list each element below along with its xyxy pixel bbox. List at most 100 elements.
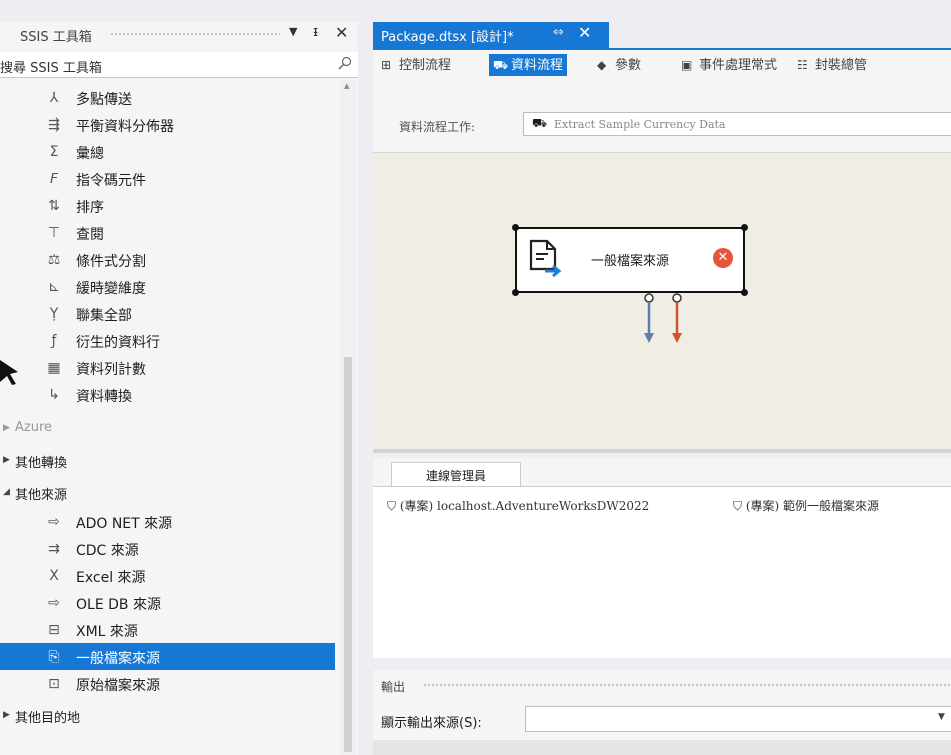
toolbox-grip[interactable] [110,32,280,37]
blue-path-connector[interactable] [644,293,654,303]
toolbox-header: SSIS 工具箱 ▼ ᵻ ✕ [0,22,358,46]
toolbox-item-label: 資料列計數 [76,362,146,378]
search-icon[interactable] [338,56,352,70]
error-icon[interactable]: ✕ [713,248,733,268]
toolbox-item[interactable]: X Excel 來源 [0,562,335,589]
raw-file-source-icon: ⊡ [48,676,60,692]
connection-item[interactable]: ⛉ (專案) 範例一般檔案來源 [733,497,879,514]
sort-icon: ⇅ [48,198,60,214]
multicast-icon: ⅄ [49,90,59,106]
toolbox-item-label: CDC 來源 [76,543,139,559]
toolbox-item[interactable]: ⅄ 多點傳送 [0,84,335,111]
data-flow-task-select[interactable]: ⛟ Extract Sample Currency Data [523,112,951,136]
toolbox-item-label: 彙總 [76,146,104,162]
close-icon[interactable]: ✕ [578,23,591,42]
connection-managers-label: 連線管理員 [425,469,486,483]
connection-managers-list: ⛉ (專案) localhost.AdventureWorksDW2022 ⛉ … [373,486,951,658]
connection-item[interactable]: ⛉ (專案) localhost.AdventureWorksDW2022 [387,497,649,514]
designer-tab[interactable]: ◆ 參數 [597,54,641,76]
toolbox-item[interactable]: ↳ 資料轉換 [0,381,335,408]
collapsed-icon[interactable]: ▶ [3,710,10,720]
designer-tab-label: 參數 [615,58,642,73]
toolbox-item[interactable]: Σ 彙總 [0,138,335,165]
toolbox-group[interactable]: ◢ 其他來源 [0,480,335,506]
toolbox-item[interactable]: ⊟ XML 來源 [0,616,335,643]
designer-tab[interactable]: ▣ 事件處理常式 [681,54,777,76]
red-path-connector[interactable] [672,293,682,303]
toolbox-group[interactable]: ▶ 其他轉換 [0,448,335,474]
xml-source-icon: ⊟ [48,622,60,638]
red-arrowhead-icon [672,333,682,343]
dropdown-icon[interactable]: ▼ [289,25,297,38]
toolbox-item[interactable]: ▦ 資料列計數 [0,354,335,381]
toolbox-item[interactable]: ⇉ CDC 來源 [0,535,335,562]
toolbox-item[interactable]: ⇨ ADO NET 來源 [0,508,335,535]
collapsed-icon[interactable]: ▶ [3,423,10,433]
toolbox-item[interactable]: ⊤ 查閱 [0,219,335,246]
expanded-icon[interactable]: ◢ [3,487,10,497]
toolbox-item-label: OLE DB 來源 [76,597,161,613]
lookup-icon: ⊤ [47,225,61,241]
pin-icon[interactable]: ᵻ [313,24,318,40]
toolbox-item[interactable]: Ỵ 聯集全部 [0,300,335,327]
ado-net-source-icon: ⇨ [48,514,60,530]
designer-tab[interactable]: ⊞ 控制流程 [381,54,451,76]
flat-file-source-component[interactable]: 一般檔案來源 ✕ [512,224,748,296]
toolbox-item[interactable]: ƒ 衍生的資料行 [0,327,335,354]
output-source-select[interactable]: ▼ [525,706,951,732]
toolbox-item-label: 聯集全部 [76,308,132,324]
connection-label: (專案) localhost.AdventureWorksDW2022 [399,499,650,513]
toolbox-item-label: 一般檔案來源 [76,651,160,667]
oledb-source-icon: ⇨ [48,595,60,611]
toolbox-item[interactable]: ⚖ 條件式分割 [0,246,335,273]
scroll-up-icon[interactable]: ▲ [344,82,349,90]
search-input[interactable]: 搜尋 SSIS 工具箱 [0,57,102,76]
designer-tab[interactable]: ☷ 封裝總管 [797,54,867,76]
toolbox-item[interactable]: ⎘ 一般檔案來源 [0,643,335,670]
toolbox-item[interactable]: ⊡ 原始檔案來源 [0,670,335,697]
chevron-down-icon[interactable]: ▼ [938,712,945,722]
tab-connection-managers[interactable]: 連線管理員 [391,462,521,486]
mouse-pointer-icon [0,360,18,385]
toolbox-item[interactable]: ⇶ 平衡資料分佈器 [0,111,335,138]
ssis-toolbox-panel: SSIS 工具箱 ▼ ᵻ ✕ 搜尋 SSIS 工具箱 ⅄ 多點傳送 ⇶ 平衡資料分佈器… [0,22,358,755]
resize-handle[interactable] [741,289,748,296]
toolbox-group-label: Azure [15,420,53,435]
canvas-splitter[interactable] [373,449,951,453]
derived-column-icon: ƒ [51,333,57,349]
toolbox-item-label: ADO NET 來源 [76,516,173,532]
resize-handle[interactable] [741,224,748,231]
toolbox-item[interactable]: ⇨ OLE DB 來源 [0,589,335,616]
data-flow-task-bar: 資料流程工作: ⛟ Extract Sample Currency Data [373,78,951,152]
designer-tab-label: 事件處理常式 [699,58,778,73]
connection-managers-panel: 連線管理員 ⛉ (專案) localhost.AdventureWorksDW2… [373,458,951,658]
toolbox-item[interactable]: 𝘍 指令碼元件 [0,165,335,192]
tab-package-dtsx[interactable]: Package.dtsx [設計]* ⇔ ✕ [373,22,609,48]
toolbox-group[interactable]: ▶ Azure [0,416,335,442]
designer-tab-label: 控制流程 [399,58,452,73]
collapsed-icon[interactable]: ▶ [3,455,10,465]
connection-icon: ⛉ [733,499,743,513]
toolbox-item-label: 緩時變維度 [76,281,146,297]
output-grip[interactable] [423,683,951,688]
toolbox-item-label: 指令碼元件 [76,173,146,189]
pin-icon[interactable]: ⇔ [553,25,564,40]
union-all-icon: Ỵ [49,306,59,322]
resize-handle[interactable] [512,289,519,296]
toolbox-item[interactable]: ⇅ 排序 [0,192,335,219]
design-canvas[interactable]: 一般檔案來源 ✕ [373,152,951,452]
toolbox-group[interactable]: ▶ 其他目的地 [0,703,335,729]
toolbox-search-box[interactable]: 搜尋 SSIS 工具箱 [0,52,358,78]
close-icon[interactable]: ✕ [335,23,348,42]
data-flow-icon: ⛟ [532,116,548,130]
blue-arrowhead-icon [644,333,654,343]
resize-handle[interactable] [512,224,519,231]
tab-label: Package.dtsx [設計]* [381,30,514,45]
toolbox-list: ⅄ 多點傳送 ⇶ 平衡資料分佈器 Σ 彙總 𝘍 指令碼元件 ⇅ 排序 ⊤ 查閱 ⚖ 條件式分割 ⊾ 緩時變維度… [0,80,340,755]
toolbox-scroll-thumb[interactable] [344,357,352,752]
cdc-source-icon: ⇉ [48,541,60,557]
script-component-icon: 𝘍 [49,171,59,187]
designer-tab[interactable]: ⛟ 資料流程 [489,54,568,76]
toolbox-item[interactable]: ⊾ 緩時變維度 [0,273,335,300]
toolbox-group-label: 其他轉換 [15,456,68,471]
